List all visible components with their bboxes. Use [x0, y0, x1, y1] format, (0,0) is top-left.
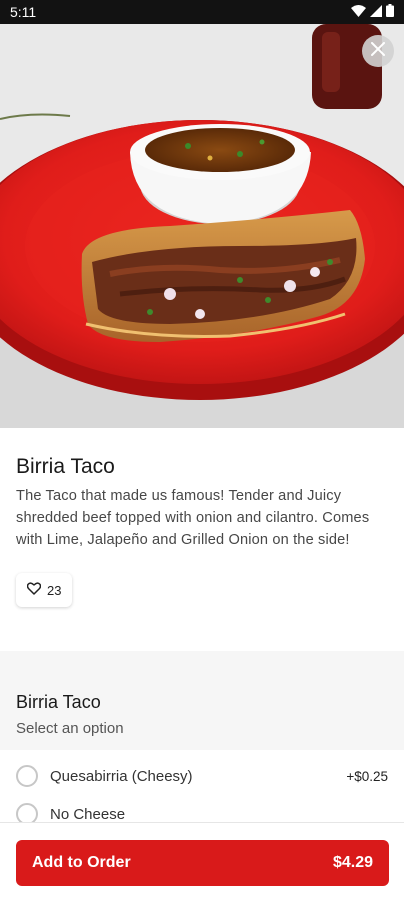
like-button[interactable]: 23 — [16, 573, 73, 607]
option-quesabirria[interactable]: Quesabirria (Cheesy) +$0.25 — [16, 761, 388, 791]
status-icons — [351, 4, 394, 20]
bottom-bar: Add to Order $4.29 — [0, 822, 404, 900]
battery-icon — [386, 4, 394, 20]
option-label: No Cheese — [50, 805, 126, 823]
heart-icon — [26, 582, 42, 598]
option-group-subtitle: Select an option — [16, 720, 124, 737]
wifi-icon — [351, 4, 366, 20]
item-details: Birria Taco The Taco that made us famous… — [0, 428, 404, 607]
item-title: Birria Taco — [16, 455, 115, 478]
item-description: The Taco that made us famous! Tender and… — [16, 488, 370, 548]
status-time: 5:11 — [10, 4, 37, 20]
cellular-icon — [370, 4, 382, 20]
radio-button[interactable] — [16, 765, 38, 787]
option-price: +$0.25 — [346, 768, 388, 784]
item-photo — [0, 24, 404, 428]
add-to-order-label: Add to Order — [32, 854, 131, 871]
like-count: 23 — [47, 582, 62, 598]
option-group-title: Birria Taco — [16, 692, 101, 712]
add-to-order-button[interactable]: Add to Order $4.29 — [16, 840, 389, 886]
close-icon — [371, 41, 385, 61]
option-label: Quesabirria (Cheesy) — [50, 767, 193, 785]
order-total: $4.29 — [332, 854, 373, 871]
close-button[interactable] — [362, 35, 394, 67]
status-bar: 5:11 — [0, 0, 404, 24]
